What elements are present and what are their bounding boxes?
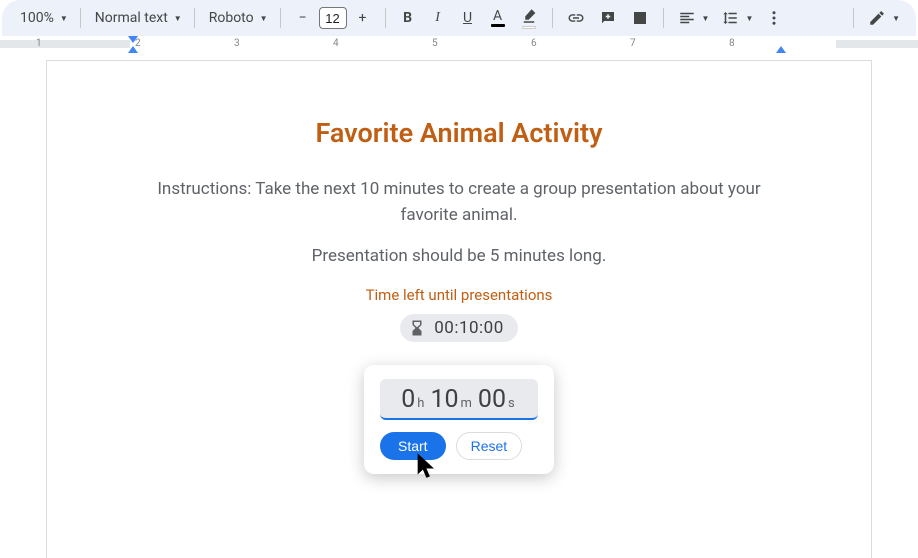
reset-button[interactable]: Reset: [456, 432, 523, 460]
minutes-label: m: [459, 396, 474, 411]
paragraph-style-dropdown[interactable]: Normal text ▼: [89, 4, 186, 32]
hourglass-icon: [408, 319, 426, 337]
image-icon: [631, 9, 649, 27]
font-size-input[interactable]: [319, 7, 347, 29]
pencil-icon: [868, 9, 886, 27]
ruler-tick: 6: [531, 38, 537, 49]
ruler-tick: 8: [729, 38, 735, 49]
ruler-tick: 1: [36, 38, 42, 49]
font-dropdown[interactable]: Roboto ▼: [203, 4, 272, 32]
toolbar: 100% ▼ Normal text ▼ Roboto ▼ − + B I U A: [2, 0, 916, 36]
timer-chip-value: 00:10:00: [434, 318, 504, 338]
hours-label: h: [415, 396, 426, 411]
document-paragraph: Presentation should be 5 minutes long.: [131, 244, 787, 270]
increase-font-button[interactable]: +: [349, 4, 377, 32]
ruler-tick: 3: [234, 38, 240, 49]
editing-mode-dropdown[interactable]: ▼: [862, 4, 904, 32]
seconds-label: s: [506, 396, 517, 411]
dropdown-arrow-icon: ▼: [702, 14, 710, 23]
more-button[interactable]: [759, 4, 789, 32]
underline-button[interactable]: U: [454, 4, 482, 32]
ruler-tick: 7: [630, 38, 636, 49]
font-value: Roboto: [209, 10, 254, 26]
document-paragraph: Instructions: Take the next 10 minutes t…: [131, 177, 787, 228]
italic-button[interactable]: I: [424, 4, 452, 32]
indent-marker-first-line[interactable]: [128, 36, 138, 43]
document-title: Favorite Animal Activity: [131, 117, 787, 149]
timer-display[interactable]: 0h 10m 00s: [380, 379, 538, 420]
timer-hours: 0: [401, 385, 415, 414]
timer-chip[interactable]: 00:10:00: [400, 314, 518, 342]
dropdown-arrow-icon: ▼: [745, 14, 753, 23]
ruler-tick: 4: [333, 38, 339, 49]
paragraph-style-value: Normal text: [95, 10, 168, 26]
linespacing-dropdown[interactable]: ▼: [715, 4, 757, 32]
ruler[interactable]: 1 2 3 4 5 6 7 8: [0, 36, 918, 52]
timer-seconds: 00: [478, 385, 506, 414]
highlighter-icon: [520, 7, 538, 25]
document-page[interactable]: Favorite Animal Activity Instructions: T…: [46, 60, 872, 558]
zoom-dropdown[interactable]: 100% ▼: [14, 4, 72, 32]
align-left-icon: [678, 9, 696, 27]
insert-image-button[interactable]: [625, 4, 655, 32]
indent-marker-right[interactable]: [776, 46, 786, 53]
dropdown-arrow-icon: ▼: [892, 14, 900, 23]
indent-marker-left[interactable]: [128, 46, 138, 53]
align-dropdown[interactable]: ▼: [672, 4, 714, 32]
timer-minutes: 10: [430, 385, 458, 414]
timer-popup: 0h 10m 00s Start Reset: [364, 365, 554, 474]
line-spacing-icon: [721, 9, 739, 27]
insert-link-button[interactable]: [561, 4, 591, 32]
document-subtitle: Time left until presentations: [131, 286, 787, 304]
dropdown-arrow-icon: ▼: [60, 14, 68, 23]
ruler-tick: 5: [432, 38, 438, 49]
link-icon: [567, 9, 585, 27]
text-color-button[interactable]: A: [484, 4, 512, 32]
decrease-font-button[interactable]: −: [289, 4, 317, 32]
highlight-button[interactable]: [514, 4, 544, 32]
insert-comment-button[interactable]: [593, 4, 623, 32]
more-vertical-icon: [765, 9, 783, 27]
dropdown-arrow-icon: ▼: [260, 14, 268, 23]
add-comment-icon: [599, 9, 617, 27]
zoom-value: 100%: [20, 10, 54, 26]
bold-button[interactable]: B: [394, 4, 422, 32]
dropdown-arrow-icon: ▼: [174, 14, 182, 23]
mouse-cursor-icon: [413, 451, 441, 479]
